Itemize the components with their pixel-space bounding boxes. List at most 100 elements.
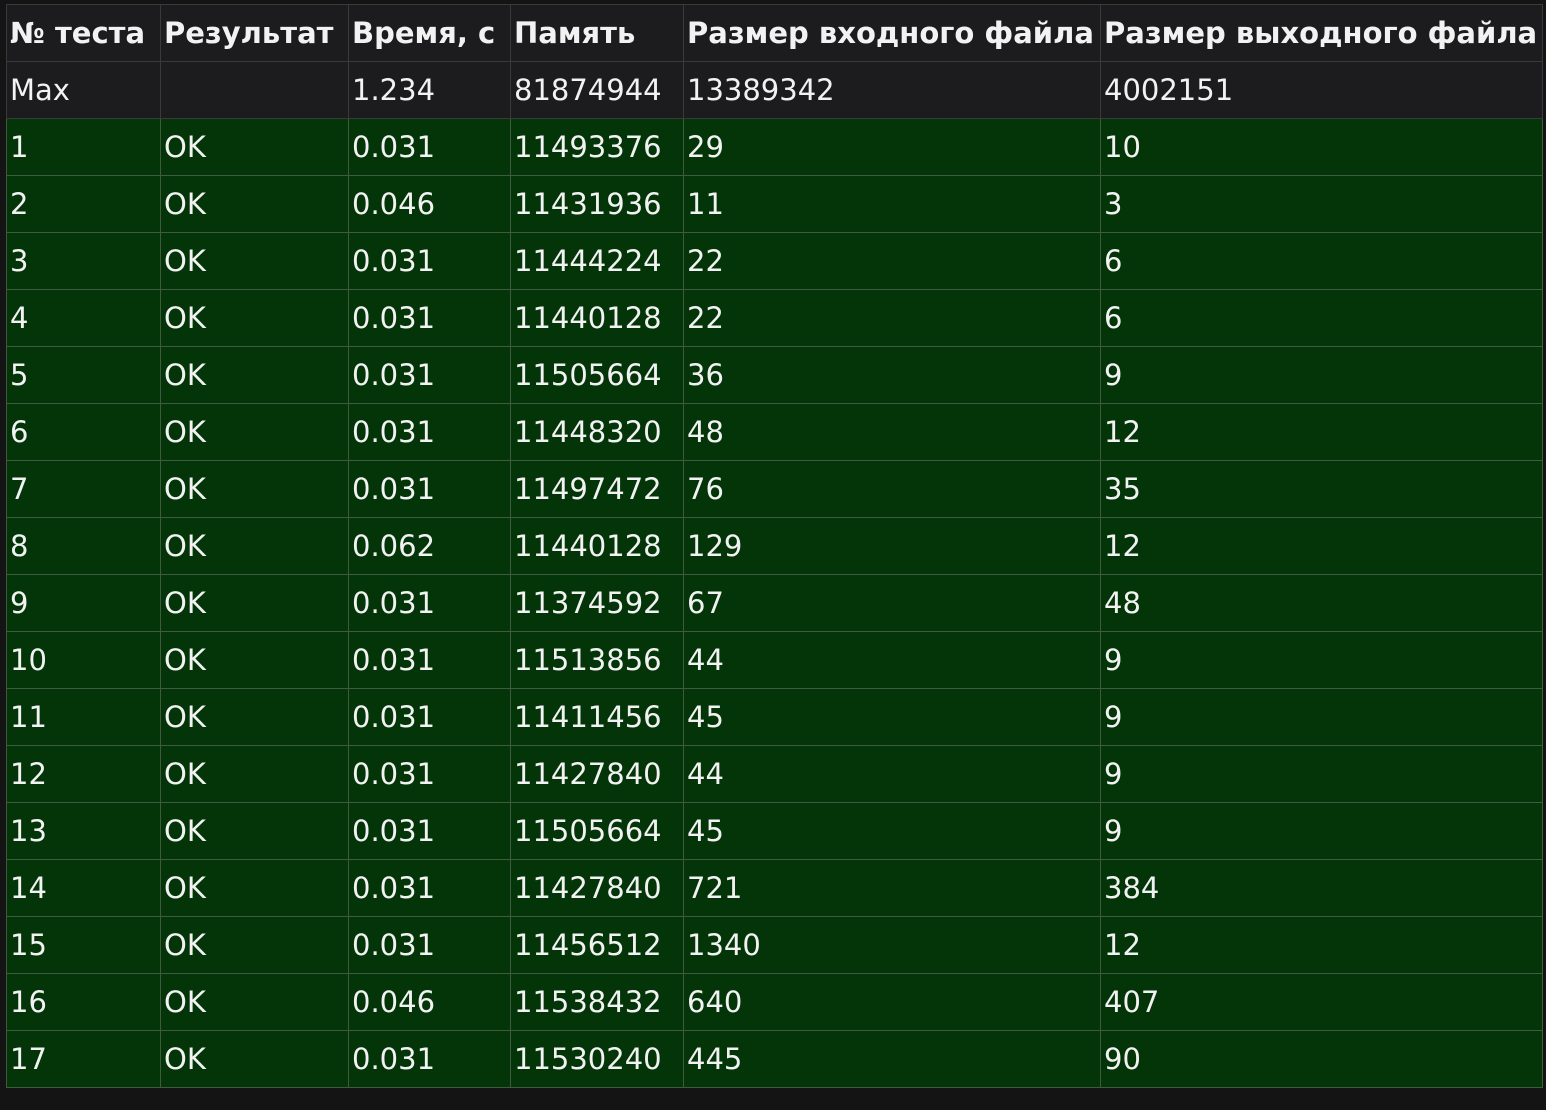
max-time: 1.234 bbox=[348, 61, 511, 119]
result-cell: OK bbox=[160, 745, 349, 803]
test-number-cell: 16 bbox=[6, 973, 161, 1031]
output-size-cell: 6 bbox=[1100, 232, 1543, 290]
test-number-cell: 11 bbox=[6, 688, 161, 746]
output-size-cell: 35 bbox=[1100, 460, 1543, 518]
table-row: 6 OK 0.031 11448320 48 12 bbox=[6, 403, 1543, 461]
table-row: 17 OK 0.031 11530240 445 90 bbox=[6, 1030, 1543, 1088]
header-time: Время, с bbox=[348, 4, 511, 62]
result-cell: OK bbox=[160, 232, 349, 290]
test-number-cell: 17 bbox=[6, 1030, 161, 1088]
time-cell: 0.031 bbox=[348, 631, 511, 689]
memory-cell: 11431936 bbox=[510, 175, 684, 233]
result-cell: OK bbox=[160, 973, 349, 1031]
output-size-cell: 90 bbox=[1100, 1030, 1543, 1088]
result-cell: OK bbox=[160, 403, 349, 461]
input-size-cell: 11 bbox=[683, 175, 1101, 233]
memory-cell: 11440128 bbox=[510, 289, 684, 347]
result-cell: OK bbox=[160, 460, 349, 518]
output-size-cell: 9 bbox=[1100, 631, 1543, 689]
time-cell: 0.046 bbox=[348, 175, 511, 233]
max-label: Max bbox=[6, 61, 161, 119]
test-number-cell: 3 bbox=[6, 232, 161, 290]
header-result: Результат bbox=[160, 4, 349, 62]
table-row: 3 OK 0.031 11444224 22 6 bbox=[6, 232, 1543, 290]
result-cell: OK bbox=[160, 859, 349, 917]
memory-cell: 11427840 bbox=[510, 745, 684, 803]
result-cell: OK bbox=[160, 118, 349, 176]
table-row: 16 OK 0.046 11538432 640 407 bbox=[6, 973, 1543, 1031]
max-memory: 81874944 bbox=[510, 61, 684, 119]
output-size-cell: 12 bbox=[1100, 517, 1543, 575]
output-size-cell: 9 bbox=[1100, 688, 1543, 746]
input-size-cell: 721 bbox=[683, 859, 1101, 917]
input-size-cell: 44 bbox=[683, 745, 1101, 803]
memory-cell: 11530240 bbox=[510, 1030, 684, 1088]
header-input-size: Размер входного файла bbox=[683, 4, 1101, 62]
input-size-cell: 129 bbox=[683, 517, 1101, 575]
header-test-number: № теста bbox=[6, 4, 161, 62]
result-cell: OK bbox=[160, 631, 349, 689]
table-row: 2 OK 0.046 11431936 11 3 bbox=[6, 175, 1543, 233]
table-row: 1 OK 0.031 11493376 29 10 bbox=[6, 118, 1543, 176]
memory-cell: 11493376 bbox=[510, 118, 684, 176]
test-number-cell: 15 bbox=[6, 916, 161, 974]
input-size-cell: 640 bbox=[683, 973, 1101, 1031]
test-number-cell: 5 bbox=[6, 346, 161, 404]
time-cell: 0.031 bbox=[348, 745, 511, 803]
input-size-cell: 45 bbox=[683, 802, 1101, 860]
table-row: 5 OK 0.031 11505664 36 9 bbox=[6, 346, 1543, 404]
result-cell: OK bbox=[160, 916, 349, 974]
test-number-cell: 13 bbox=[6, 802, 161, 860]
output-size-cell: 9 bbox=[1100, 745, 1543, 803]
time-cell: 0.046 bbox=[348, 973, 511, 1031]
result-cell: OK bbox=[160, 1030, 349, 1088]
result-cell: OK bbox=[160, 346, 349, 404]
table-row: 15 OK 0.031 11456512 1340 12 bbox=[6, 916, 1543, 974]
test-number-cell: 9 bbox=[6, 574, 161, 632]
input-size-cell: 22 bbox=[683, 232, 1101, 290]
memory-cell: 11427840 bbox=[510, 859, 684, 917]
memory-cell: 11505664 bbox=[510, 802, 684, 860]
time-cell: 0.031 bbox=[348, 346, 511, 404]
test-number-cell: 14 bbox=[6, 859, 161, 917]
output-size-cell: 384 bbox=[1100, 859, 1543, 917]
output-size-cell: 9 bbox=[1100, 346, 1543, 404]
result-cell: OK bbox=[160, 289, 349, 347]
results-table-body: Max 1.234 81874944 13389342 4002151 1 OK 0… bbox=[6, 61, 1543, 1088]
max-input-size: 13389342 bbox=[683, 61, 1101, 119]
output-size-cell: 6 bbox=[1100, 289, 1543, 347]
result-cell: OK bbox=[160, 688, 349, 746]
input-size-cell: 44 bbox=[683, 631, 1101, 689]
test-number-cell: 1 bbox=[6, 118, 161, 176]
output-size-cell: 12 bbox=[1100, 403, 1543, 461]
max-output-size: 4002151 bbox=[1100, 61, 1543, 119]
memory-cell: 11440128 bbox=[510, 517, 684, 575]
result-cell: OK bbox=[160, 175, 349, 233]
results-table: № теста Результат Время, с Память Размер… bbox=[6, 4, 1543, 1088]
input-size-cell: 22 bbox=[683, 289, 1101, 347]
time-cell: 0.062 bbox=[348, 517, 511, 575]
result-cell: OK bbox=[160, 574, 349, 632]
memory-cell: 11448320 bbox=[510, 403, 684, 461]
time-cell: 0.031 bbox=[348, 118, 511, 176]
test-number-cell: 12 bbox=[6, 745, 161, 803]
test-number-cell: 6 bbox=[6, 403, 161, 461]
test-number-cell: 7 bbox=[6, 460, 161, 518]
input-size-cell: 445 bbox=[683, 1030, 1101, 1088]
test-number-cell: 2 bbox=[6, 175, 161, 233]
time-cell: 0.031 bbox=[348, 916, 511, 974]
memory-cell: 11505664 bbox=[510, 346, 684, 404]
output-size-cell: 48 bbox=[1100, 574, 1543, 632]
input-size-cell: 48 bbox=[683, 403, 1101, 461]
result-cell: OK bbox=[160, 517, 349, 575]
test-number-cell: 8 bbox=[6, 517, 161, 575]
max-result bbox=[160, 61, 349, 119]
input-size-cell: 1340 bbox=[683, 916, 1101, 974]
time-cell: 0.031 bbox=[348, 688, 511, 746]
table-row: 13 OK 0.031 11505664 45 9 bbox=[6, 802, 1543, 860]
table-row: 14 OK 0.031 11427840 721 384 bbox=[6, 859, 1543, 917]
input-size-cell: 29 bbox=[683, 118, 1101, 176]
input-size-cell: 76 bbox=[683, 460, 1101, 518]
time-cell: 0.031 bbox=[348, 232, 511, 290]
header-row: № теста Результат Время, с Память Размер… bbox=[6, 4, 1543, 62]
